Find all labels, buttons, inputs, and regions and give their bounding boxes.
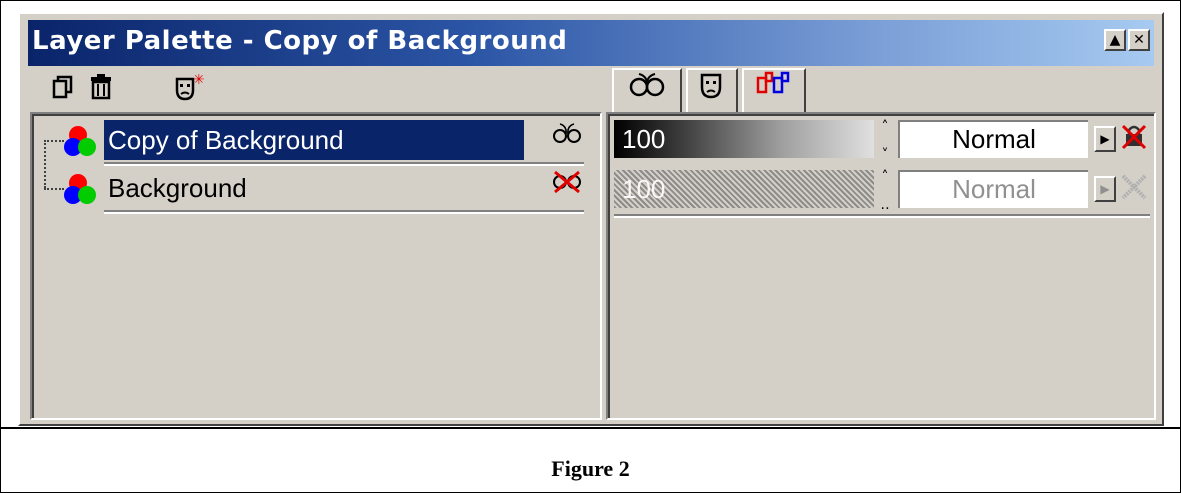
row-separator bbox=[104, 162, 584, 166]
mask-icon bbox=[700, 73, 722, 99]
new-layer-icon[interactable] bbox=[52, 74, 74, 104]
opacity-slider-disabled[interactable]: 100 bbox=[614, 170, 874, 208]
layer-lock-icon[interactable] bbox=[1120, 122, 1148, 154]
layer-properties-tab[interactable] bbox=[612, 68, 682, 116]
blend-mode-dropdown-button[interactable]: ▶ bbox=[1094, 176, 1116, 202]
opacity-value: 100 bbox=[622, 174, 666, 204]
tree-line bbox=[44, 188, 64, 190]
rollup-button[interactable]: ▲ bbox=[1104, 29, 1126, 51]
glasses-icon bbox=[629, 73, 665, 97]
window-title: Layer Palette - Copy of Background bbox=[32, 26, 568, 56]
svg-text:✳: ✳ bbox=[193, 74, 204, 88]
layer-properties-panel: 100 ˄ ˅ Normal ▶ 100 ˄ ‥ Normal ▶ bbox=[606, 112, 1156, 420]
opacity-value: 100 bbox=[622, 124, 666, 154]
mask-tab[interactable] bbox=[686, 68, 738, 112]
opacity-slider[interactable]: 100 bbox=[614, 120, 874, 158]
blend-mode-field[interactable]: Normal bbox=[898, 120, 1088, 158]
tree-line bbox=[44, 140, 64, 142]
delete-layer-icon[interactable] bbox=[90, 74, 112, 104]
raster-layer-icon bbox=[64, 174, 100, 206]
channels-icon bbox=[756, 71, 790, 94]
blend-mode-dropdown-button[interactable]: ▶ bbox=[1094, 126, 1116, 152]
layer-lock-disabled-icon[interactable] bbox=[1120, 172, 1148, 204]
tree-line bbox=[44, 140, 46, 188]
visibility-hidden-icon[interactable] bbox=[552, 168, 582, 208]
close-button[interactable]: ✕ bbox=[1128, 29, 1150, 51]
opacity-spinner[interactable]: ˄ ˅ bbox=[876, 120, 894, 162]
new-mask-icon[interactable]: ✳ bbox=[174, 72, 205, 104]
visibility-glasses-icon[interactable] bbox=[552, 120, 582, 160]
raster-layer-icon bbox=[64, 126, 100, 158]
layer-list-panel: Copy of Background Background bbox=[30, 112, 602, 420]
row-separator bbox=[104, 210, 584, 214]
figure-caption: Figure 2 bbox=[551, 456, 630, 481]
title-bar[interactable]: Layer Palette - Copy of Background ▲ ✕ bbox=[28, 20, 1154, 66]
channels-tab[interactable] bbox=[742, 68, 806, 112]
layer-palette-window: Layer Palette - Copy of Background ▲ ✕ ✳ bbox=[18, 12, 1164, 426]
layer-name-copy-of-background[interactable]: Copy of Background bbox=[104, 120, 524, 160]
blend-mode-field-disabled[interactable]: Normal bbox=[898, 170, 1088, 208]
opacity-spinner[interactable]: ˄ ‥ bbox=[876, 170, 894, 212]
layer-name-background[interactable]: Background bbox=[104, 168, 524, 208]
row-separator bbox=[614, 214, 1150, 218]
figure-divider bbox=[0, 427, 1181, 429]
